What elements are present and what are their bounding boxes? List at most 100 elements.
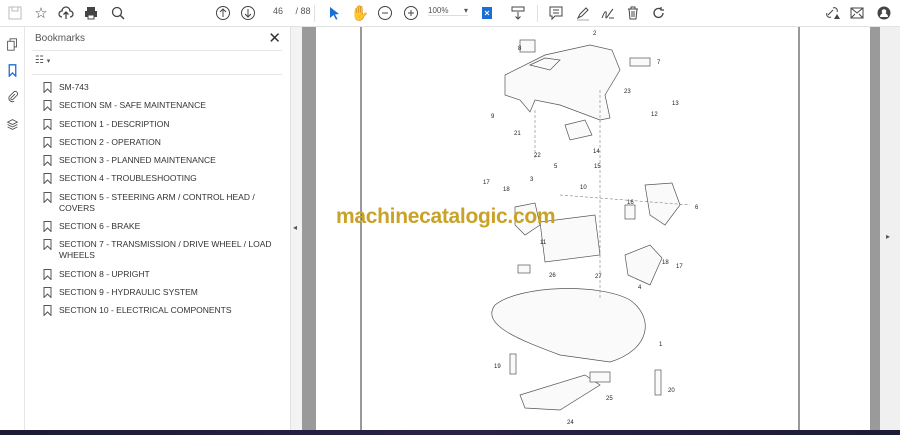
- bookmark-item[interactable]: SECTION 5 - STEERING ARM / CONTROL HEAD …: [43, 191, 283, 214]
- comment-icon[interactable]: [546, 4, 566, 22]
- callout-label: 18: [662, 260, 669, 266]
- save-icon[interactable]: [5, 4, 25, 22]
- zoom-in-icon[interactable]: [401, 4, 421, 22]
- taskbar: [0, 430, 900, 435]
- collapse-left-icon[interactable]: ◂: [293, 223, 297, 232]
- chevron-down-icon: ▾: [463, 6, 468, 15]
- bookmarks-panel: Bookmarks ✕ ☷ ▾ SM-743 SECTION SM - SAFE …: [26, 27, 290, 430]
- bookmarks-panel-icon[interactable]: [4, 62, 21, 79]
- chevron-down-icon: ▾: [46, 58, 51, 65]
- bookmark-item[interactable]: SECTION 1 - DESCRIPTION: [43, 118, 283, 130]
- callout-label: 27: [595, 274, 602, 280]
- bookmark-icon: [43, 173, 52, 185]
- highlight-pen-icon[interactable]: [573, 4, 593, 22]
- bookmark-icon: [43, 155, 52, 167]
- watermark: machinecatalogic.com: [336, 205, 556, 228]
- callout-label: 15: [594, 164, 601, 170]
- page-total: / 88: [295, 6, 311, 16]
- bookmark-icon: [43, 82, 52, 93]
- print-icon[interactable]: [81, 4, 101, 22]
- sign-icon[interactable]: [598, 4, 618, 22]
- search-icon[interactable]: [108, 4, 128, 22]
- bookmark-label: SECTION 6 - BRAKE: [59, 221, 141, 232]
- bookmark-label: SECTION 8 - UPRIGHT: [59, 268, 150, 279]
- callout-label: 10: [580, 185, 587, 191]
- bookmark-item[interactable]: SM-743: [43, 82, 283, 93]
- bookmark-label: SECTION SM - SAFE MAINTENANCE: [59, 100, 206, 111]
- bookmark-item[interactable]: SECTION 7 - TRANSMISSION / DRIVE WHEEL /…: [43, 239, 283, 261]
- layers-icon[interactable]: [4, 116, 21, 133]
- bookmark-icon: [43, 100, 52, 112]
- callout-label: 20: [668, 388, 675, 394]
- callout-label: 21: [514, 131, 521, 137]
- bookmark-label: SECTION 2 - OPERATION: [59, 136, 161, 147]
- bookmark-item[interactable]: SECTION 3 - PLANNED MAINTENANCE: [43, 155, 283, 167]
- callout-label: 5: [554, 164, 558, 170]
- callout-label: 9: [491, 114, 495, 120]
- bookmark-item[interactable]: SECTION 2 - OPERATION: [43, 136, 283, 148]
- bookmark-item[interactable]: SECTION 9 - HYDRAULIC SYSTEM: [43, 286, 283, 298]
- email-icon[interactable]: [847, 4, 867, 22]
- bookmark-label: SECTION 4 - TROUBLESHOOTING: [59, 173, 197, 184]
- callout-label: 6: [695, 205, 699, 211]
- toolbar: ☆ 46 / 88 ✋ 100% ▾: [0, 0, 900, 27]
- bookmark-icon: [43, 136, 52, 148]
- zoom-out-icon[interactable]: [375, 4, 395, 22]
- page-thumbnails-icon[interactable]: [4, 36, 21, 53]
- left-tool-rail: [0, 27, 25, 430]
- callout-label: 1: [659, 342, 663, 348]
- account-icon[interactable]: [874, 4, 894, 22]
- bookmark-item[interactable]: SECTION 4 - TROUBLESHOOTING: [43, 173, 283, 185]
- fit-page-icon[interactable]: [477, 4, 497, 22]
- callout-label: 4: [638, 285, 642, 291]
- close-icon[interactable]: ✕: [268, 29, 281, 47]
- bookmark-item[interactable]: SECTION 10 - ELECTRICAL COMPONENTS: [43, 305, 283, 317]
- delete-icon[interactable]: [623, 4, 643, 22]
- bookmark-icon: [43, 305, 52, 317]
- panel-splitter[interactable]: ◂: [290, 27, 302, 430]
- hand-icon[interactable]: ✋: [350, 4, 370, 22]
- bookmark-star-icon[interactable]: ☆: [31, 4, 51, 22]
- callout-label: 17: [676, 264, 683, 270]
- page-number-input[interactable]: 46: [263, 6, 293, 16]
- callout-label: 18: [503, 187, 510, 193]
- upload-cloud-icon[interactable]: [56, 4, 76, 22]
- callout-label: 12: [651, 112, 658, 118]
- callout-label: 24: [567, 420, 574, 426]
- expand-right-icon[interactable]: ▸: [886, 232, 890, 241]
- bookmark-icon: [43, 286, 52, 298]
- next-page-icon[interactable]: [238, 4, 258, 22]
- select-cursor-icon[interactable]: [324, 4, 344, 22]
- bookmark-list: SM-743 SECTION SM - SAFE MAINTENANCE SECTI…: [43, 82, 283, 324]
- page-gutter-right: [870, 27, 880, 430]
- callout-label: 13: [672, 101, 679, 107]
- callout-label: 23: [624, 89, 631, 95]
- callout-label: 22: [534, 153, 541, 159]
- callout-label: 25: [606, 396, 613, 402]
- attachments-icon[interactable]: [4, 88, 21, 105]
- bookmark-label: SECTION 10 - ELECTRICAL COMPONENTS: [59, 305, 232, 316]
- bookmark-icon: [43, 221, 52, 233]
- callout-label: 3: [530, 177, 534, 183]
- zoom-select[interactable]: 100% ▾: [428, 6, 468, 16]
- callout-label: 19: [494, 364, 501, 370]
- bookmark-item[interactable]: SECTION 6 - BRAKE: [43, 221, 283, 233]
- control-head-cover: [504, 44, 621, 121]
- scroll-mode-icon[interactable]: [508, 4, 528, 22]
- right-panel-toggle[interactable]: ▸: [880, 27, 900, 430]
- bookmark-item[interactable]: SECTION 8 - UPRIGHT: [43, 268, 283, 280]
- bookmark-item[interactable]: SECTION SM - SAFE MAINTENANCE: [43, 100, 283, 112]
- callout-label: 11: [540, 240, 547, 246]
- bookmark-icon: [43, 191, 52, 203]
- callout-label: 17: [483, 180, 490, 186]
- bookmark-label: SECTION 5 - STEERING ARM / CONTROL HEAD …: [59, 191, 255, 213]
- prev-page-icon[interactable]: [213, 4, 233, 22]
- callout-label: 16: [627, 200, 634, 206]
- bookmark-icon: [43, 268, 52, 280]
- rotate-icon[interactable]: [649, 4, 669, 22]
- callout-label: 14: [593, 149, 600, 155]
- bookmark-label: SECTION 9 - HYDRAULIC SYSTEM: [59, 286, 198, 297]
- share-link-icon[interactable]: [822, 4, 842, 22]
- bookmark-options-button[interactable]: ☷ ▾: [35, 55, 50, 66]
- page-gutter-left: [302, 27, 316, 430]
